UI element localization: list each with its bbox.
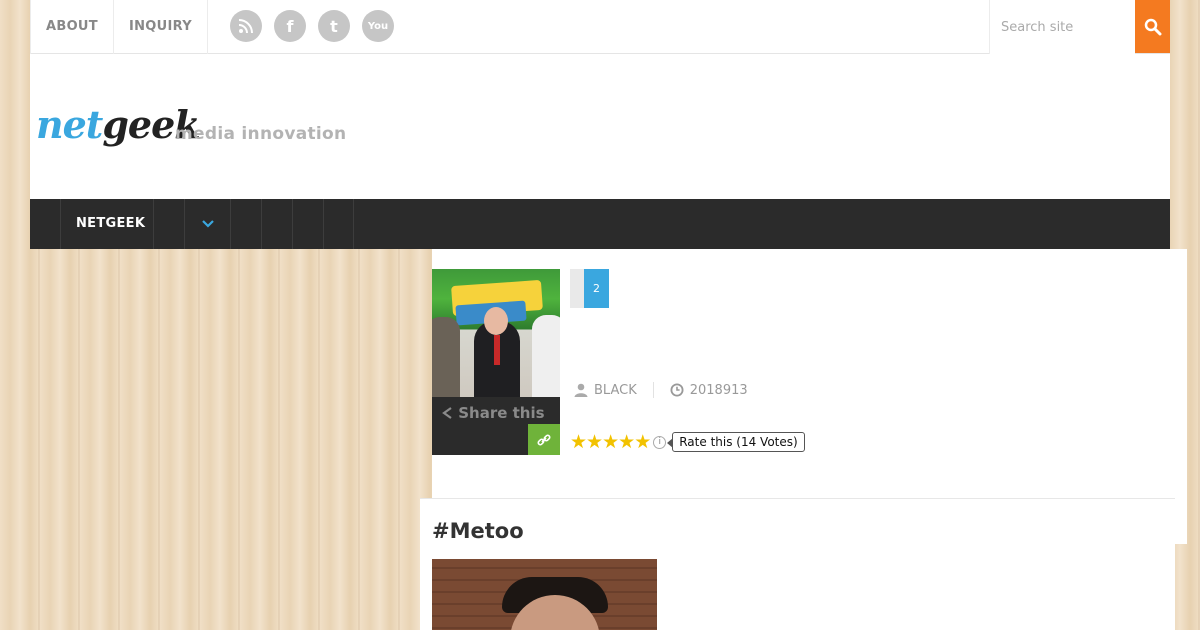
post-image[interactable] bbox=[432, 559, 657, 630]
search-button[interactable] bbox=[1135, 0, 1170, 53]
chevron-down-icon bbox=[185, 199, 230, 249]
nav-link-inquiry[interactable]: INQUIRY bbox=[112, 0, 208, 54]
nav-item-blank-5[interactable] bbox=[323, 199, 354, 249]
share-label: Share this bbox=[442, 404, 545, 422]
date-meta: 2018913 bbox=[670, 383, 748, 398]
post-date: 2018913 bbox=[689, 382, 748, 398]
post-title[interactable]: #Metoo bbox=[432, 519, 524, 543]
page-2[interactable]: 2 bbox=[584, 269, 609, 308]
post-preview: #Metoo bbox=[420, 498, 1175, 630]
nav-item-netgeek[interactable]: NETGEEK bbox=[60, 199, 153, 249]
twitter-icon[interactable]: t bbox=[318, 10, 350, 42]
clock-icon bbox=[670, 383, 684, 397]
rating-tooltip: Rate this (14 Votes) bbox=[667, 432, 805, 452]
pagination: 2 bbox=[570, 269, 609, 308]
user-icon bbox=[574, 383, 588, 397]
nav-item-blank-4[interactable] bbox=[292, 199, 323, 249]
star-icon[interactable]: ★ bbox=[570, 432, 587, 452]
site-header: netgeek media innovation bbox=[30, 54, 1170, 199]
search-input[interactable] bbox=[990, 0, 1135, 54]
article-meta: BLACK 2018913 bbox=[574, 382, 748, 398]
top-nav: ABOUT INQUIRY bbox=[30, 0, 208, 54]
nav-item-blank-3[interactable] bbox=[261, 199, 292, 249]
search-box bbox=[989, 0, 1135, 54]
nav-item-blank-2[interactable] bbox=[230, 199, 261, 249]
rss-icon[interactable] bbox=[230, 10, 262, 42]
page-1[interactable] bbox=[570, 269, 584, 308]
article-thumbnail[interactable] bbox=[432, 269, 560, 397]
nav-item-blank-1[interactable] bbox=[153, 199, 184, 249]
link-icon bbox=[537, 433, 551, 446]
author-meta[interactable]: BLACK bbox=[574, 383, 637, 398]
share-icon bbox=[442, 407, 452, 419]
nav-dropdown-toggle[interactable] bbox=[184, 199, 230, 249]
search-icon bbox=[1144, 18, 1161, 35]
info-icon[interactable]: i bbox=[653, 435, 667, 449]
copy-link-button[interactable] bbox=[528, 424, 560, 455]
star-icon[interactable]: ★ bbox=[586, 432, 603, 452]
youtube-icon[interactable]: You bbox=[362, 10, 394, 42]
star-icon[interactable]: ★ bbox=[602, 432, 619, 452]
star-icon[interactable]: ★ bbox=[634, 432, 651, 452]
star-rating: ★ ★ ★ ★ ★ i Rate this (14 Votes) bbox=[570, 432, 805, 452]
site-tagline: media innovation bbox=[175, 124, 347, 144]
main-nav: NETGEEK bbox=[30, 199, 1170, 249]
share-bar[interactable]: Share this bbox=[432, 397, 560, 455]
author-name: BLACK bbox=[594, 382, 637, 398]
facebook-icon[interactable]: f bbox=[274, 10, 306, 42]
star-icon[interactable]: ★ bbox=[618, 432, 635, 452]
top-bar: ABOUT INQUIRY f t You bbox=[30, 0, 1170, 54]
nav-link-about[interactable]: ABOUT bbox=[30, 0, 114, 54]
social-links: f t You bbox=[230, 10, 394, 42]
